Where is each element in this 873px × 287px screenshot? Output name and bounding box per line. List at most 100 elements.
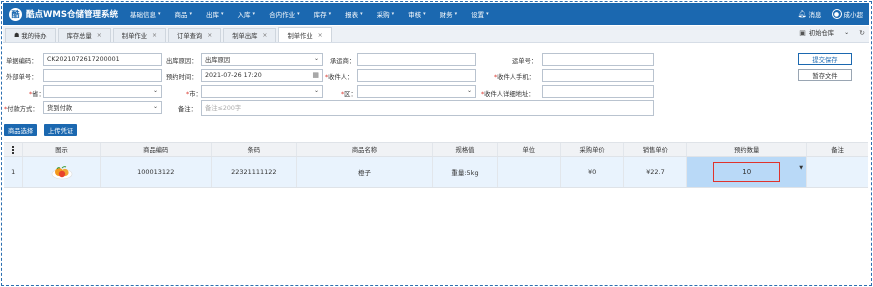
chevron-down-icon: ⌄ xyxy=(313,55,319,62)
app-title: 酷点WMS仓储管理系统 xyxy=(26,10,118,20)
remark-label: 备注： xyxy=(178,106,197,113)
recipient-address-label: *收件人详细地址： xyxy=(481,91,535,98)
district-label: *区： xyxy=(341,91,357,98)
menu-review[interactable]: 审核 ▾ xyxy=(401,9,433,19)
chevron-down-icon: ▾ xyxy=(297,11,300,17)
tab-inventory-total[interactable]: 库存总量 × xyxy=(57,28,111,42)
header-image[interactable]: 图示 xyxy=(23,143,101,156)
menu-inbound[interactable]: 入库 ▾ xyxy=(231,9,263,19)
tab-order-query[interactable]: 订单查询 × xyxy=(168,28,222,42)
app-logo[interactable]: 酷 酷点WMS仓储管理系统 xyxy=(9,7,123,21)
remark-cell[interactable] xyxy=(807,157,868,187)
page-tabs: ☗ 我的待办 库存总量 × 制单作业 × 订单查询 × 制单出库 × 制单作业 × ▣ 初… xyxy=(3,26,869,43)
submit-save-button[interactable]: 提交保存 xyxy=(798,53,852,65)
temp-save-button[interactable]: 暂存文件 xyxy=(798,69,852,81)
carrier-label: 承运商： xyxy=(330,58,356,65)
spec-cell: 重量:5kg xyxy=(433,157,498,187)
menu-basic-info[interactable]: 基础信息 ▾ xyxy=(123,9,168,19)
select-product-button[interactable]: 商品选择 xyxy=(4,124,38,136)
province-select[interactable]: ⌄ xyxy=(43,85,162,98)
recipient-address-input[interactable] xyxy=(542,85,654,98)
logo-icon: 酷 xyxy=(9,7,22,21)
column-menu[interactable] xyxy=(4,143,24,156)
header-purchase-price[interactable]: 采购单价 xyxy=(561,143,625,156)
menu-purchase[interactable]: 采购 ▾ xyxy=(370,9,402,19)
chevron-down-icon: ▾ xyxy=(158,11,161,17)
product-code-cell: 100013122 xyxy=(101,157,212,187)
order-no-field[interactable]: CK2021072617200001 xyxy=(43,53,162,66)
scheduled-time-picker[interactable]: 2021-07-26 17:20 ▦ xyxy=(201,69,323,82)
tab-my-todo[interactable]: ☗ 我的待办 xyxy=(5,28,56,42)
header-product-code[interactable]: 商品编码 xyxy=(101,143,212,156)
menu-outbound[interactable]: 出库 ▾ xyxy=(199,9,231,19)
chevron-down-icon: ▾ xyxy=(454,11,458,17)
warehouse-switcher[interactable]: ▣ 初始仓库 ⌄ ↻ xyxy=(799,28,865,38)
menu-reports[interactable]: 报表 ▾ xyxy=(338,9,370,19)
chevron-down-icon: ▾ xyxy=(189,11,193,17)
menu-settings[interactable]: 设置 ▾ xyxy=(464,9,496,19)
table-row[interactable]: 1 100013122 22321111122 橙子 重量:5kg ¥0 ¥22… xyxy=(4,157,868,188)
tab-order-work-active[interactable]: 制单作业 × xyxy=(278,27,332,42)
header-unit[interactable]: 单位 xyxy=(498,143,561,156)
close-icon[interactable]: × xyxy=(152,32,157,39)
warehouse-label: 初始仓库 xyxy=(808,30,835,37)
chevron-down-icon: ⌄ xyxy=(152,87,158,94)
remark-textarea[interactable]: 备注≤200字 xyxy=(201,100,654,116)
chevron-down-icon: ▾ xyxy=(252,11,256,17)
chevron-down-icon[interactable]: ⌄ xyxy=(844,29,849,36)
header-booked-qty[interactable]: 预约数量 xyxy=(687,143,808,156)
upload-voucher-button[interactable]: 上传凭证 xyxy=(44,124,78,136)
external-no-input[interactable] xyxy=(43,69,162,82)
user-menu[interactable]: ● 成小超 xyxy=(831,9,863,19)
close-icon[interactable]: × xyxy=(262,32,267,39)
calendar-icon: ▦ xyxy=(312,71,319,79)
booked-qty-input[interactable]: 10 xyxy=(713,162,781,182)
recipient-input[interactable] xyxy=(357,69,476,82)
menu-finance[interactable]: 财务 ▾ xyxy=(433,9,465,19)
product-name-cell: 橙子 xyxy=(297,157,434,187)
carrier-input[interactable] xyxy=(357,53,476,66)
tab-order-work-1[interactable]: 制单作业 × xyxy=(112,28,167,42)
payment-method-label: *付款方式： xyxy=(4,106,39,113)
header-product-name[interactable]: 商品名称 xyxy=(297,143,434,156)
tab-order-outbound[interactable]: 制单出库 × xyxy=(223,28,277,42)
bell-icon: 🔔︎ xyxy=(797,10,807,18)
header-remark[interactable]: 备注 xyxy=(807,143,868,156)
header-spec[interactable]: 规格值 xyxy=(433,143,498,156)
row-index: 1 xyxy=(4,157,24,187)
product-table: 图示 商品编码 条码 商品名称 规格值 单位 采购单价 销售单价 预约数量 备注… xyxy=(4,142,868,188)
close-icon[interactable]: × xyxy=(318,32,323,39)
order-no-label: 单据编码： xyxy=(6,58,38,65)
external-no-label: 外部单号： xyxy=(6,74,38,81)
chevron-down-icon: ▾ xyxy=(486,11,489,17)
table-header: 图示 商品编码 条码 商品名称 规格值 单位 采购单价 销售单价 预约数量 备注 xyxy=(4,142,868,157)
edit-marker-icon: ▼ xyxy=(799,165,804,171)
chevron-down-icon: ▾ xyxy=(391,11,395,17)
outbound-reason-label: 出库原因： xyxy=(166,58,198,65)
sale-price-cell: ¥22.7 xyxy=(624,157,688,187)
menu-internal-ops[interactable]: 合内作业 ▾ xyxy=(262,9,307,19)
home-icon: ☗ xyxy=(14,32,20,39)
scheduled-time-label: 预约时间： xyxy=(166,74,198,81)
menu-inventory[interactable]: 库存 ▾ xyxy=(307,9,339,19)
menu-products[interactable]: 商品 ▾ xyxy=(168,9,200,19)
warehouse-icon: ▣ xyxy=(799,28,806,37)
payment-method-select[interactable]: 货到付款 ⌄ xyxy=(43,101,162,114)
chevron-down-icon: ⌄ xyxy=(466,87,472,94)
top-navbar: 酷 酷点WMS仓储管理系统 基础信息 ▾ 商品 ▾ 出库 ▾ 入库 ▾ 合内作业 ▾ 库存… xyxy=(3,3,869,25)
user-icon: ● xyxy=(831,9,842,19)
outbound-reason-select[interactable]: 出库原因 ⌄ xyxy=(201,53,323,66)
refresh-icon[interactable]: ↻ xyxy=(859,29,865,37)
messages-button[interactable]: 🔔︎ 消息 xyxy=(798,9,822,19)
header-barcode[interactable]: 条码 xyxy=(212,143,297,156)
recipient-phone-input[interactable] xyxy=(542,69,654,82)
recipient-phone-label: *收件人手机： xyxy=(494,74,535,81)
city-select[interactable]: ⌄ xyxy=(201,85,323,98)
close-icon[interactable]: × xyxy=(207,32,212,39)
waybill-no-input[interactable] xyxy=(542,53,654,66)
district-select[interactable]: ⌄ xyxy=(357,85,476,98)
header-sale-price[interactable]: 销售单价 xyxy=(624,143,688,156)
booked-qty-cell[interactable]: 10 ▼ xyxy=(687,157,808,187)
top-right-actions: 🔔︎ 消息 ● 成小超 xyxy=(788,3,863,25)
close-icon[interactable]: × xyxy=(97,32,102,39)
